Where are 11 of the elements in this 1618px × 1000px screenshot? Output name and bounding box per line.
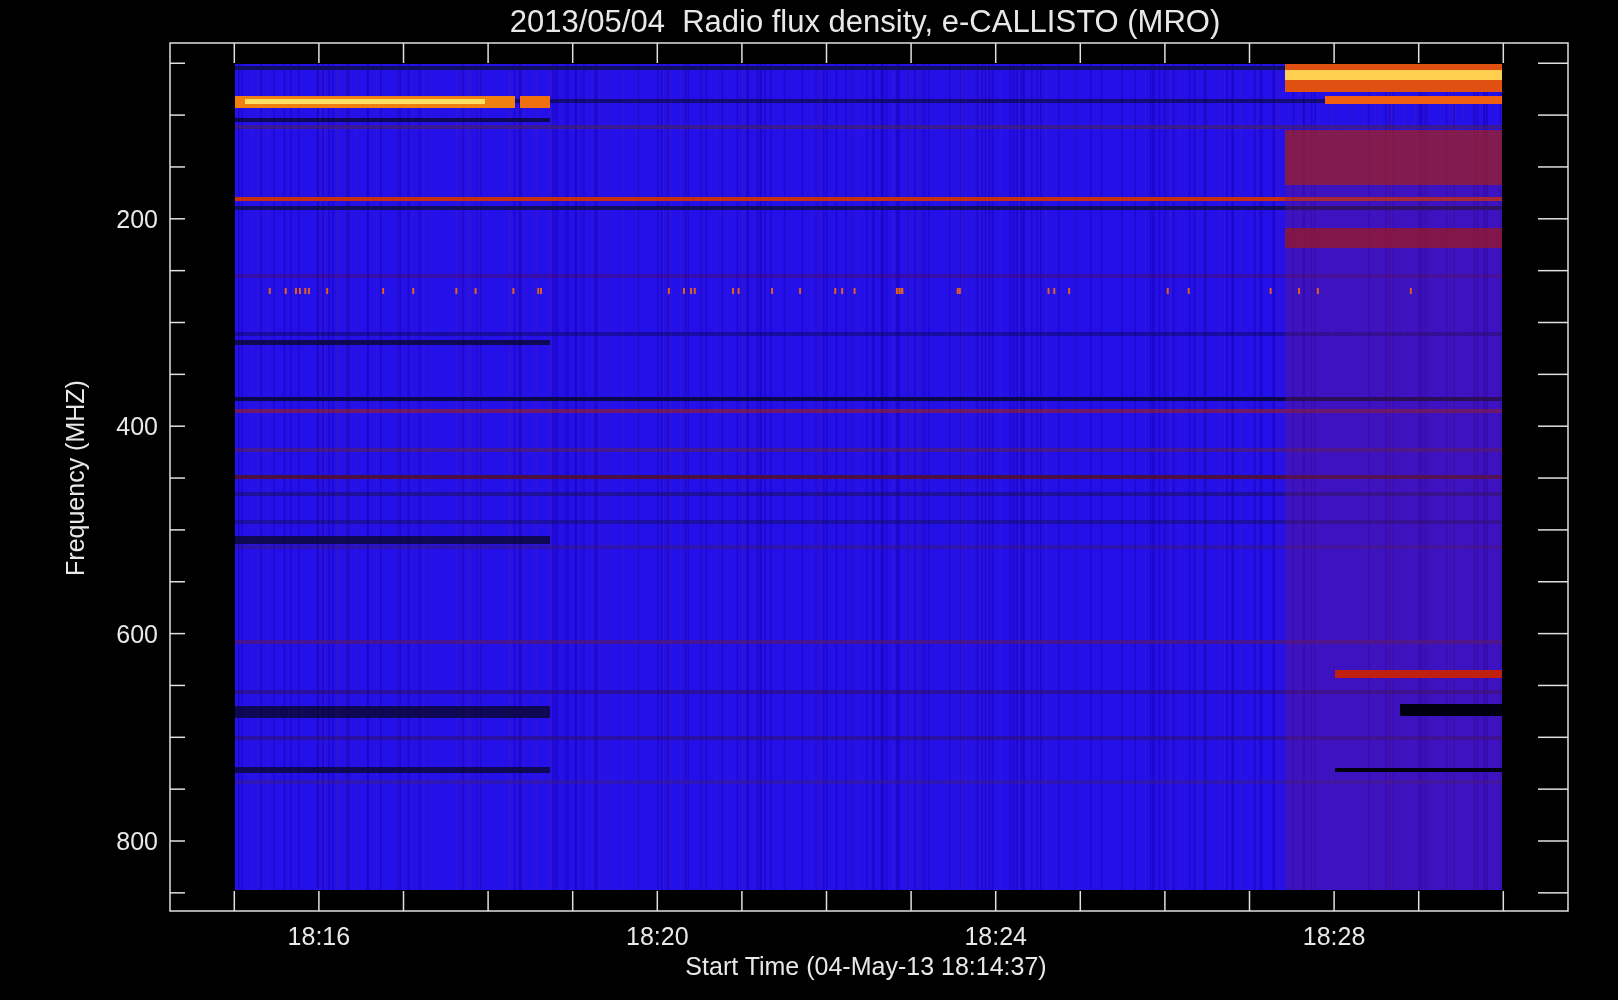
tick-label: 400 [116, 412, 158, 441]
axis-label: Frequency (MHZ) [61, 380, 89, 576]
tick-label: 600 [116, 619, 158, 648]
tick-label: 18:24 [964, 922, 1027, 950]
tick-label: 18:28 [1302, 922, 1366, 950]
tick-label: 18:16 [287, 922, 351, 950]
tick-label: 18:20 [626, 922, 689, 950]
axis-label: Start Time (04-May-13 18:14:37) [685, 952, 1047, 980]
tick-label: 800 [116, 827, 158, 855]
chart-title: 2013/05/04 Radio flux density, e-CALLISTO (MRO) [509, 4, 1221, 39]
tick-label: 200 [116, 204, 158, 233]
